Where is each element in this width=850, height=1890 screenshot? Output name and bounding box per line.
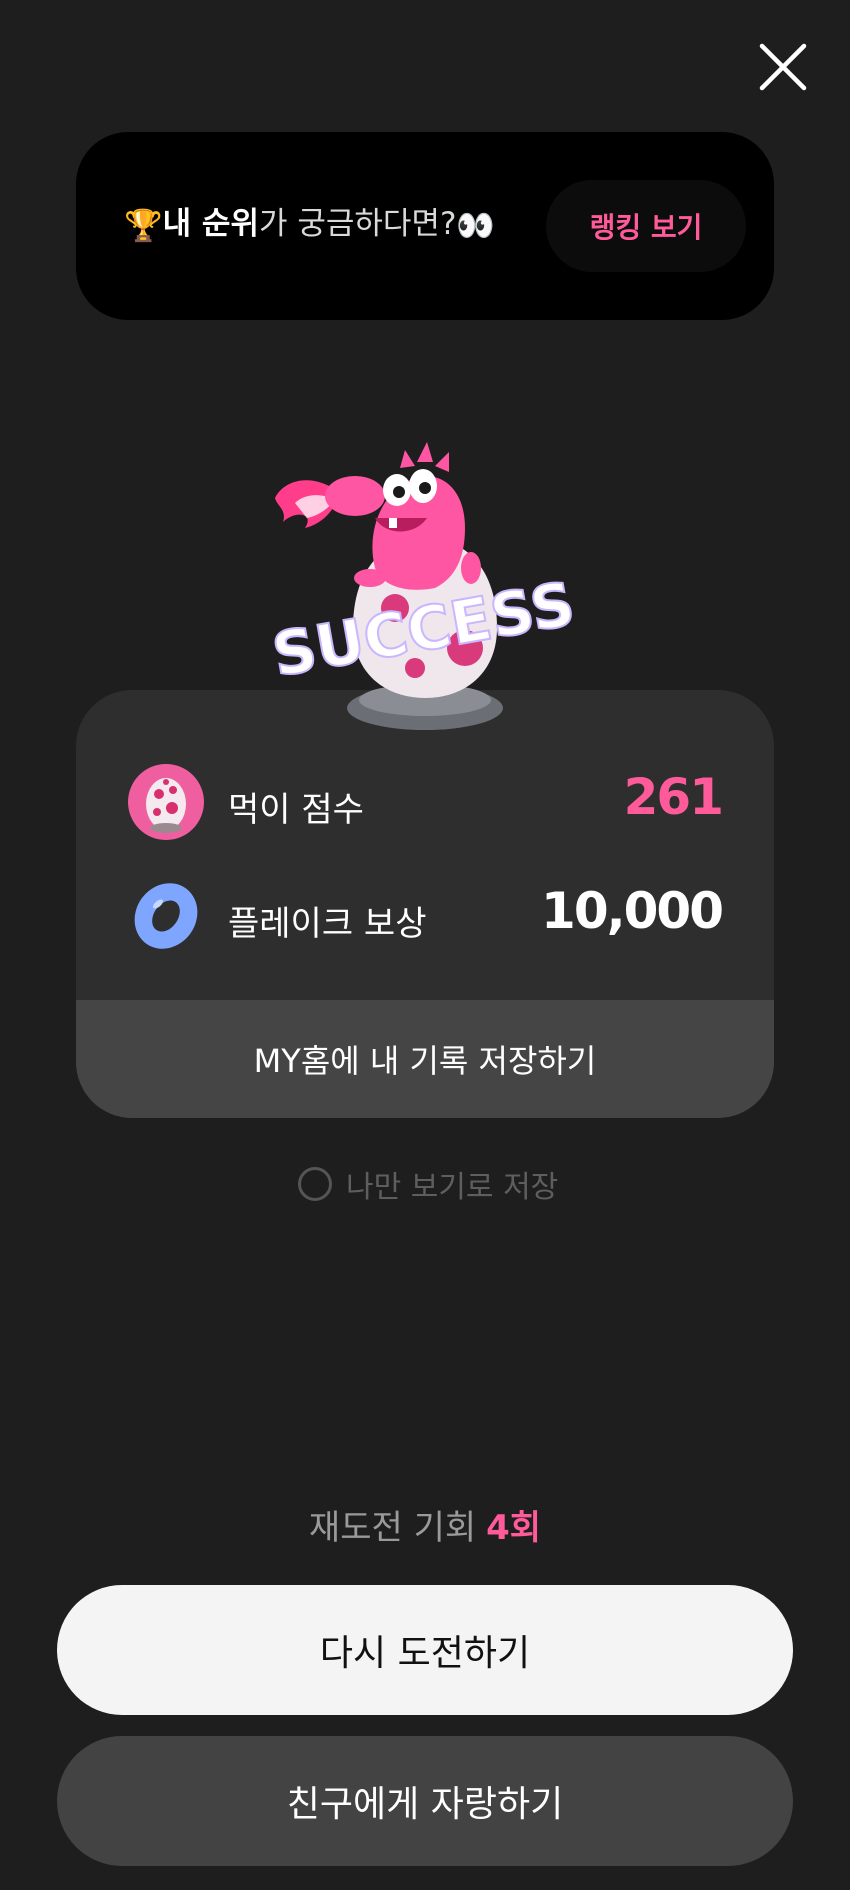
reward-row: 플레이크 보상 10,000 xyxy=(128,876,724,956)
close-icon xyxy=(759,43,807,91)
retry-chances-count: 4회 xyxy=(486,1508,542,1548)
retry-chances: 재도전 기회 4회 xyxy=(0,1500,850,1549)
rank-prompt-rest: 가 궁금하다면? xyxy=(258,206,457,242)
success-mascot-illustration: SUCCESS xyxy=(265,418,585,738)
close-button[interactable] xyxy=(756,40,810,94)
result-card: 먹이 점수 261 플레이크 보상 10,000 MY홈에 내 기록 저장하기 xyxy=(76,690,774,1118)
private-radio-circle[interactable] xyxy=(298,1167,332,1201)
share-with-friends-button[interactable]: 친구에게 자랑하기 xyxy=(57,1736,793,1866)
eyes-icon: 👀 xyxy=(456,207,496,244)
rank-prompt: 🏆내 순위가 궁금하다면?👀 xyxy=(124,204,495,246)
retry-chances-label: 재도전 기회 xyxy=(308,1508,477,1548)
retry-button[interactable]: 다시 도전하기 xyxy=(57,1585,793,1715)
save-to-my-home-button[interactable]: MY홈에 내 기록 저장하기 xyxy=(76,1000,774,1118)
reward-value: 10,000 xyxy=(541,882,724,940)
trophy-icon: 🏆 xyxy=(124,207,163,244)
reward-label: 플레이크 보상 xyxy=(228,904,427,944)
score-row: 먹이 점수 261 xyxy=(128,762,724,842)
private-option-label: 나만 보기로 저장 xyxy=(346,1170,559,1205)
rank-banner: 🏆내 순위가 궁금하다면?👀 랭킹 보기 xyxy=(76,132,774,320)
score-value: 261 xyxy=(623,768,724,826)
view-ranking-button[interactable]: 랭킹 보기 xyxy=(546,180,746,272)
rank-prompt-bold: 내 순위 xyxy=(162,206,259,242)
save-private-option[interactable]: 나만 보기로 저장 xyxy=(298,1164,559,1205)
score-label: 먹이 점수 xyxy=(228,790,364,830)
egg-icon xyxy=(128,764,204,840)
flake-ring-icon xyxy=(128,878,204,954)
